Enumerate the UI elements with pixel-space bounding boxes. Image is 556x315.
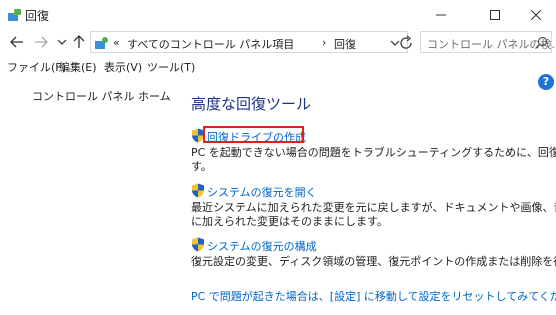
menu-view[interactable]: 表示(V) xyxy=(104,59,142,75)
menu-tools[interactable]: ツール(T) xyxy=(147,59,195,75)
reset-settings-link[interactable]: PC で問題が起きた場合は、[設定] に移動して設定をリセットしてみてください xyxy=(191,288,556,304)
close-icon xyxy=(531,10,541,20)
menu-edit[interactable]: 編集(E) xyxy=(59,59,97,75)
up-button[interactable] xyxy=(70,33,88,51)
arrow-right-icon xyxy=(35,36,48,48)
search-icon[interactable] xyxy=(535,36,548,49)
close-button[interactable] xyxy=(516,0,556,30)
arrow-left-icon xyxy=(10,36,23,48)
create-recovery-drive-description-line1: PC を起動できない場合の問題をトラブルシューティングするために、回復ドライブを… xyxy=(191,146,556,159)
chevron-down-icon xyxy=(57,39,67,45)
search-box[interactable]: コントロール パネルの検... xyxy=(420,31,556,53)
configure-system-restore-description: 復元設定の変更、ディスク領域の管理、復元ポイントの作成または削除を行います。 xyxy=(191,255,556,268)
breadcrumb-separator: › xyxy=(322,36,327,49)
configure-system-restore-link[interactable]: システムの復元の構成 xyxy=(207,238,317,254)
minimize-button[interactable] xyxy=(418,0,464,30)
page-heading: 高度な回復ツール xyxy=(191,95,312,113)
uac-shield-icon xyxy=(192,237,204,252)
maximize-button[interactable] xyxy=(472,0,518,30)
uac-shield-icon xyxy=(192,183,204,198)
help-icon[interactable]: ? xyxy=(538,74,554,90)
open-system-restore-link[interactable]: システムの復元を開く xyxy=(207,184,317,200)
breadcrumb-all-items[interactable]: すべてのコントロール パネル項目 xyxy=(127,36,294,52)
highlight-box xyxy=(203,126,304,143)
recovery-window: 回復 « すべてのコントロール パネル項目 › 回復 コントロール パネルの検.… xyxy=(0,0,556,315)
menu-bar: ファイル(F) 編集(E) 表示(V) ツール(T) xyxy=(0,56,556,74)
control-panel-home-link[interactable]: コントロール パネル ホーム xyxy=(32,88,171,104)
menu-file[interactable]: ファイル(F) xyxy=(7,59,66,75)
refresh-icon[interactable] xyxy=(398,35,414,51)
minimize-icon xyxy=(436,14,446,16)
back-button[interactable] xyxy=(8,33,26,51)
recent-locations-button[interactable] xyxy=(53,33,71,51)
open-system-restore-description-line2: に加えられた変更はそのままにします。 xyxy=(191,215,388,228)
control-panel-icon xyxy=(95,37,108,49)
address-bar[interactable]: « すべてのコントロール パネル項目 › 回復 xyxy=(90,31,408,53)
window-title: 回復 xyxy=(25,9,50,23)
arrow-up-icon xyxy=(73,35,85,48)
address-overflow-chevron[interactable]: « xyxy=(113,36,120,49)
create-recovery-drive-description-line2: す。 xyxy=(191,160,212,173)
breadcrumb-recovery[interactable]: 回復 xyxy=(334,36,356,52)
control-panel-icon xyxy=(8,9,21,21)
maximize-icon xyxy=(490,10,500,20)
forward-button[interactable] xyxy=(32,33,50,51)
title-bar: 回復 xyxy=(0,0,556,30)
